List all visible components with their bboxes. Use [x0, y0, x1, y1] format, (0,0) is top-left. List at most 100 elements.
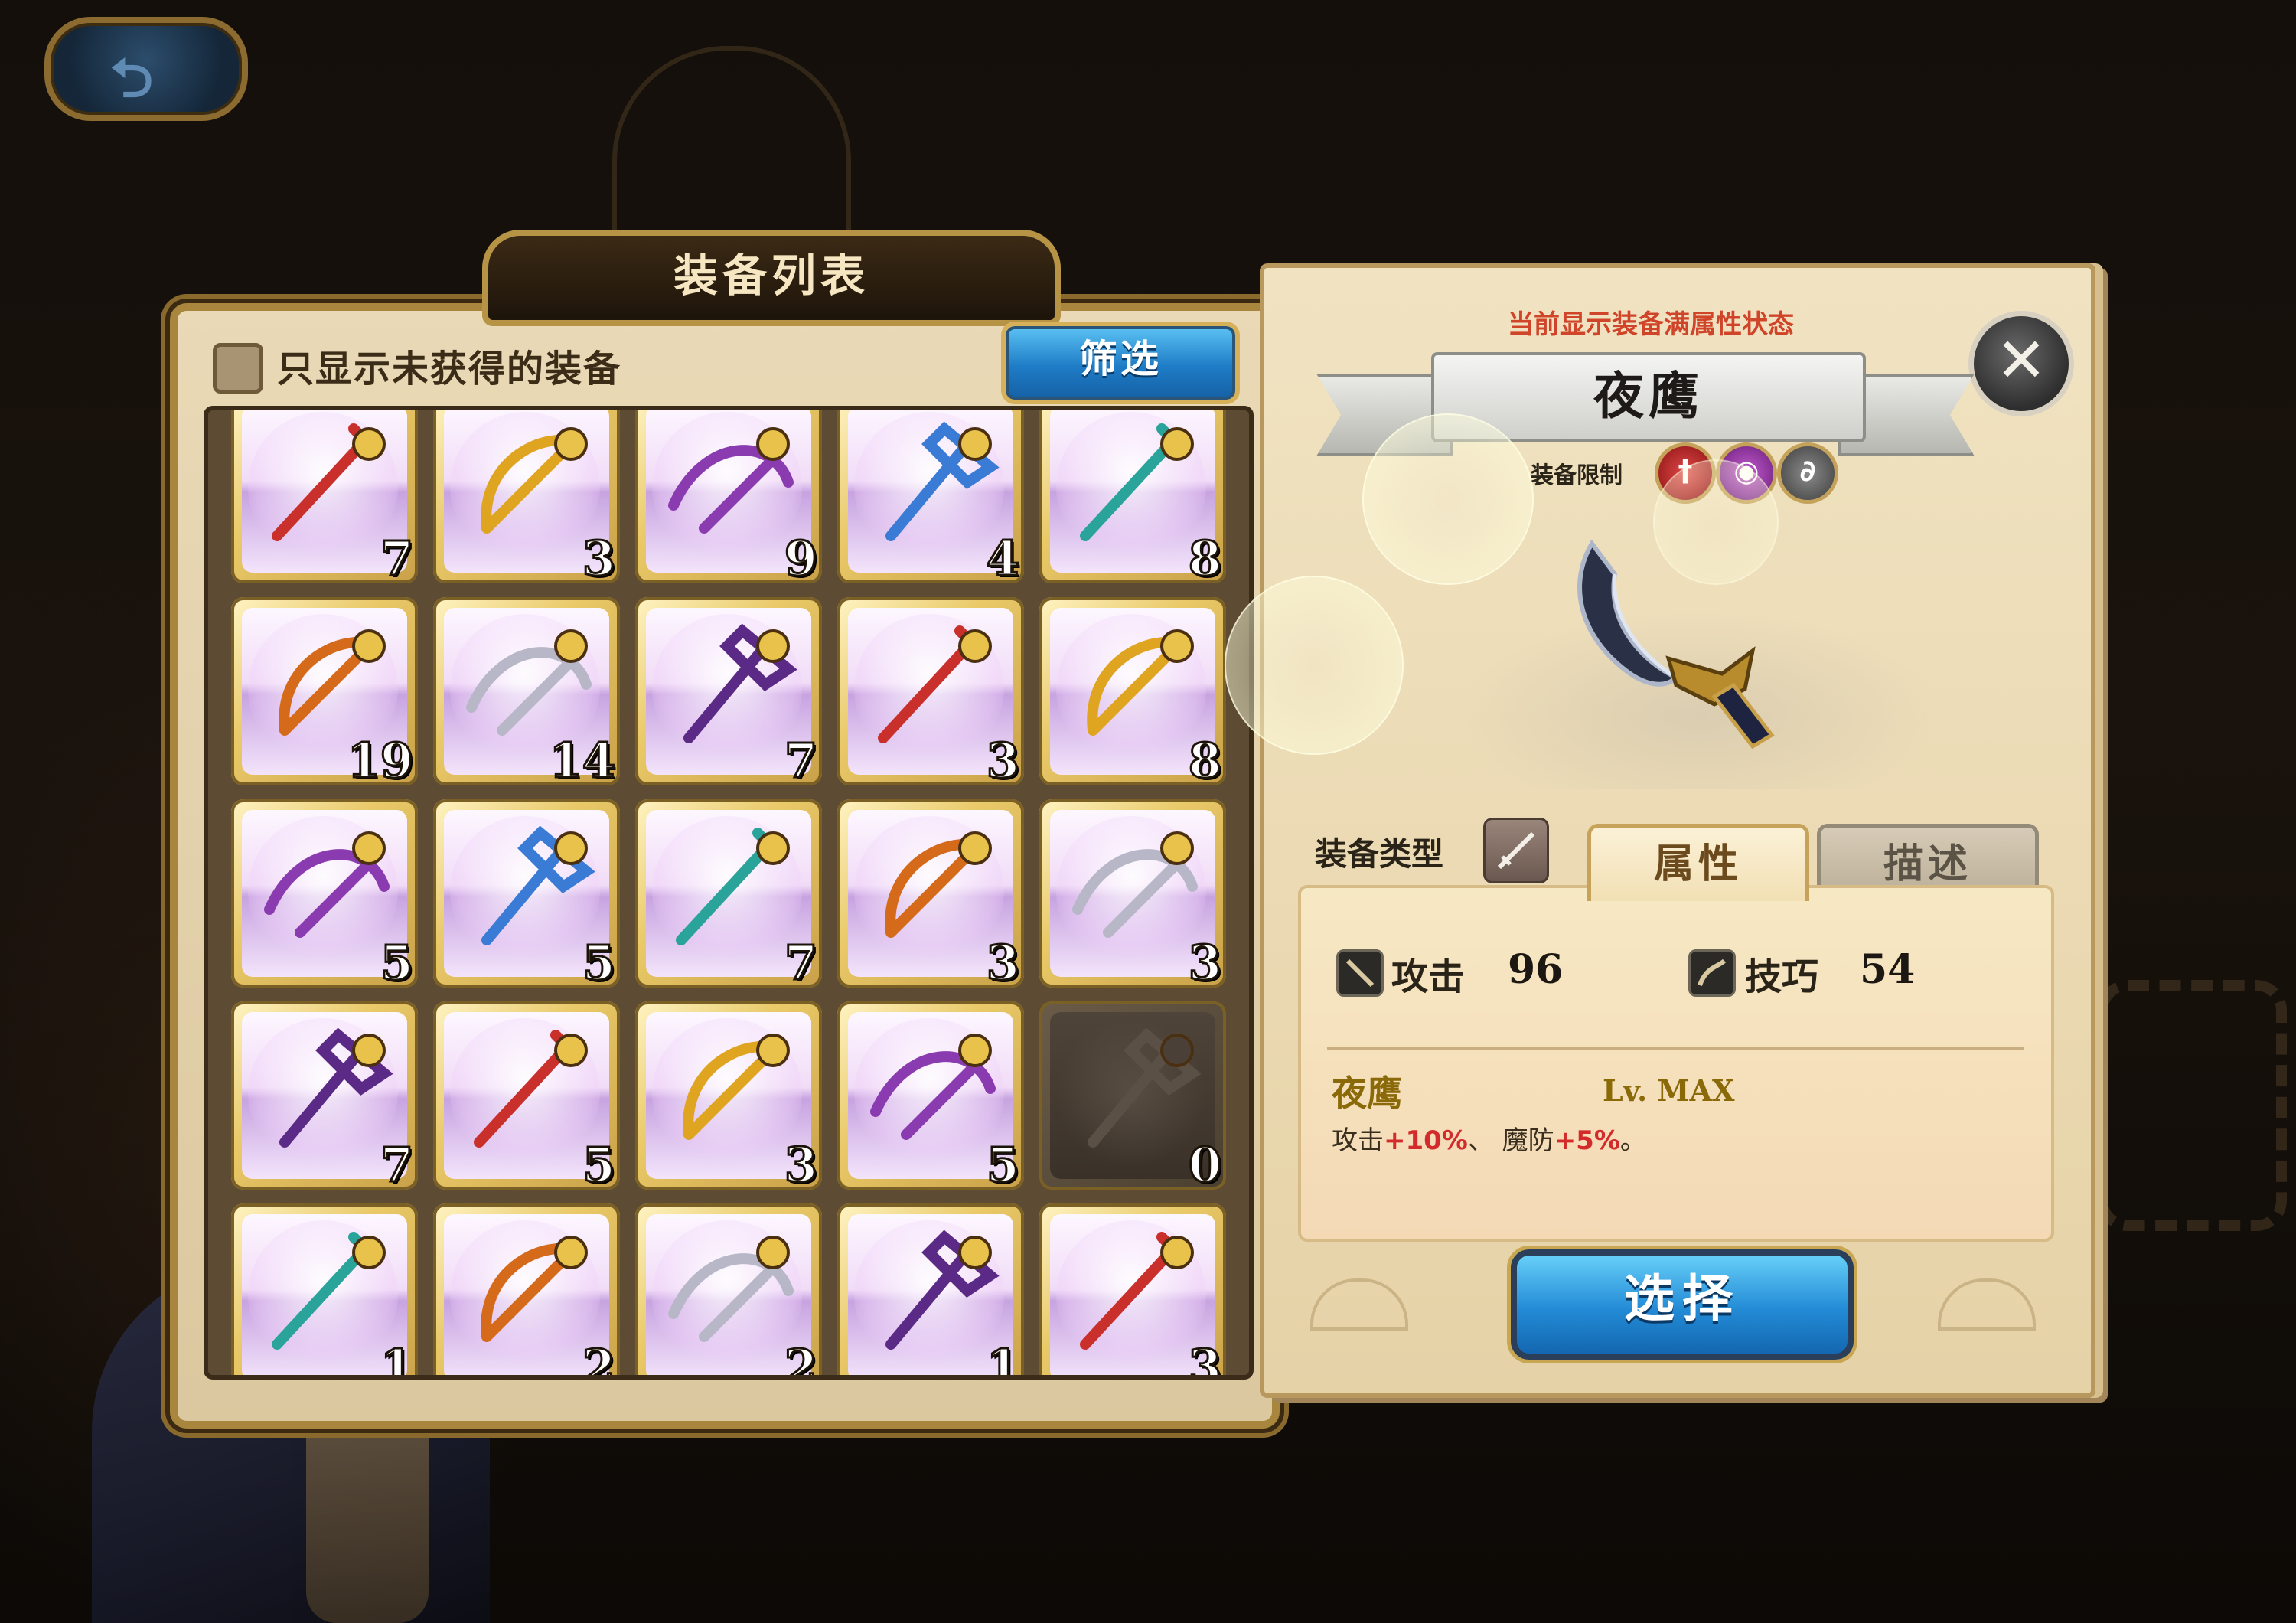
equipment-tile[interactable]: 7	[635, 597, 822, 790]
back-arrow-icon: ⮌	[110, 47, 154, 109]
stats-divider	[1327, 1047, 2024, 1050]
equipment-tile[interactable]: 7	[635, 799, 822, 992]
equipment-count: 3	[985, 732, 1020, 790]
panel-title-plate: 装备列表	[482, 230, 1061, 326]
back-button[interactable]: ⮌	[44, 17, 248, 121]
equipment-count: 3	[1187, 1338, 1222, 1380]
technique-value: 54	[1860, 946, 1916, 993]
skill-desc-text: 攻击	[1332, 1125, 1384, 1156]
sword-icon	[1087, 629, 1194, 736]
filter-button-label: 筛选	[1079, 337, 1162, 381]
equipment-count: 9	[783, 530, 818, 588]
tab-description-label: 描述	[1883, 841, 1972, 887]
equipment-count: 7	[783, 934, 818, 992]
skill-name: 夜鹰	[1332, 1073, 1402, 1114]
equipment-tile[interactable]: 2	[433, 1203, 620, 1380]
golden-axe-icon	[272, 1232, 386, 1350]
attack-value: 96	[1508, 946, 1564, 993]
equipment-tile[interactable]: 19	[231, 597, 418, 790]
feather-duster-icon	[481, 825, 595, 945]
equipment-tile[interactable]: 0	[1039, 1001, 1226, 1194]
tab-attributes[interactable]: 属性	[1587, 824, 1809, 901]
equipment-tile[interactable]: 5	[837, 1001, 1024, 1194]
equipment-count: 4	[985, 530, 1020, 588]
equipment-tile[interactable]: 5	[231, 799, 418, 992]
crystal-mace-icon	[885, 831, 992, 938]
equipment-tile[interactable]: 3	[433, 410, 620, 588]
equipment-count: 8	[1187, 530, 1222, 588]
panel-title: 装备列表	[673, 250, 869, 302]
scepter-icon	[272, 423, 386, 541]
equipment-tile[interactable]: 3	[1039, 799, 1226, 992]
equipment-count: 5	[581, 934, 616, 992]
equipment-count: 19	[346, 732, 414, 790]
tab-attributes-label: 属性	[1653, 841, 1743, 887]
equipment-tile[interactable]: 9	[635, 410, 822, 588]
equipment-count: 3	[985, 934, 1020, 992]
corner-ornament	[1310, 1278, 1408, 1331]
equipment-tile[interactable]: 8	[1039, 410, 1226, 588]
equipment-tile[interactable]: 1	[837, 1203, 1024, 1380]
technique-icon	[1688, 949, 1736, 997]
crimson-bow-icon	[1072, 831, 1198, 938]
equipment-tile[interactable]: 5	[433, 799, 620, 992]
dragon-spear-icon	[264, 831, 390, 938]
equipment-grid[interactable]: 7 3 9 4 8 19 14 7 3 8 5 5 7 3 3 7 5 3 5 0 1 2 2 1 3	[204, 406, 1254, 1380]
ornate-bow-icon	[481, 1236, 588, 1342]
equipment-count: 7	[379, 530, 414, 588]
skill-desc-bonus: +10%	[1384, 1125, 1468, 1156]
equipment-count: 5	[985, 1136, 1020, 1194]
dark-spear-icon	[1088, 1027, 1202, 1148]
equipment-count: 7	[379, 1136, 414, 1194]
close-button[interactable]: ✕	[1968, 311, 2074, 416]
light-bubble	[1225, 576, 1404, 755]
skill-desc-bonus: +5%	[1554, 1125, 1620, 1156]
gem-staff-icon	[870, 1034, 996, 1140]
equipment-count: 8	[1187, 732, 1222, 790]
equipment-count: 1	[985, 1338, 1020, 1380]
equipment-tile[interactable]: 3	[635, 1001, 822, 1194]
filter-button[interactable]: 筛选	[1001, 322, 1240, 404]
equipment-count: 3	[1187, 934, 1222, 992]
ankh-staff-icon	[279, 1027, 393, 1148]
equipment-count: 3	[783, 1136, 818, 1194]
select-button-label: 选择	[1624, 1269, 1740, 1328]
unobtained-only-label[interactable]: 只显示未获得的装备	[277, 338, 621, 392]
greatsword-icon	[676, 828, 790, 945]
close-icon: ✕	[1995, 325, 2047, 396]
equipment-tile[interactable]: 3	[1039, 1203, 1226, 1380]
skill-desc-text: 、 魔防	[1467, 1125, 1554, 1156]
bow-icon	[481, 427, 588, 534]
equipment-tile[interactable]: 5	[433, 1001, 620, 1194]
equipment-tile[interactable]: 2	[635, 1203, 822, 1375]
candy-staff-icon	[878, 625, 992, 743]
equipment-tile[interactable]: 8	[1039, 597, 1226, 790]
equipment-tile[interactable]: 4	[837, 410, 1024, 588]
skill-description: 攻击+10%、 魔防+5%。	[1332, 1119, 1646, 1157]
equipment-type-label: 装备类型	[1315, 835, 1444, 873]
equipment-count: 5	[379, 934, 414, 992]
equipment-count: 2	[581, 1338, 616, 1380]
equipment-count: 1	[379, 1338, 414, 1380]
hammer-icon	[885, 421, 1000, 541]
equipment-tile[interactable]: 7	[231, 410, 418, 588]
rabbit-staff-icon	[885, 1229, 1000, 1350]
equipment-count: 7	[783, 732, 818, 790]
crystal-gun-icon	[1080, 1232, 1194, 1350]
equipment-tile[interactable]: 1	[231, 1203, 418, 1380]
lightning-bow-icon	[668, 1236, 794, 1342]
technique-label: 技巧	[1745, 955, 1819, 998]
equipment-count: 14	[548, 732, 616, 790]
equipment-tile[interactable]: 7	[231, 1001, 418, 1194]
attack-label: 攻击	[1391, 955, 1466, 998]
rapier-icon	[474, 1030, 588, 1148]
corner-ornament	[1938, 1278, 2036, 1331]
flame-axe-icon	[683, 623, 797, 743]
unobtained-only-checkbox[interactable]	[213, 343, 263, 394]
equipment-tile[interactable]: 3	[837, 597, 1024, 790]
light-bubble	[1362, 413, 1534, 585]
equipment-tile[interactable]: 3	[837, 799, 1024, 992]
select-button[interactable]: 选择	[1511, 1249, 1854, 1360]
whip-class-icon: ∂	[1777, 442, 1838, 504]
equipment-tile[interactable]: 14	[433, 597, 620, 790]
